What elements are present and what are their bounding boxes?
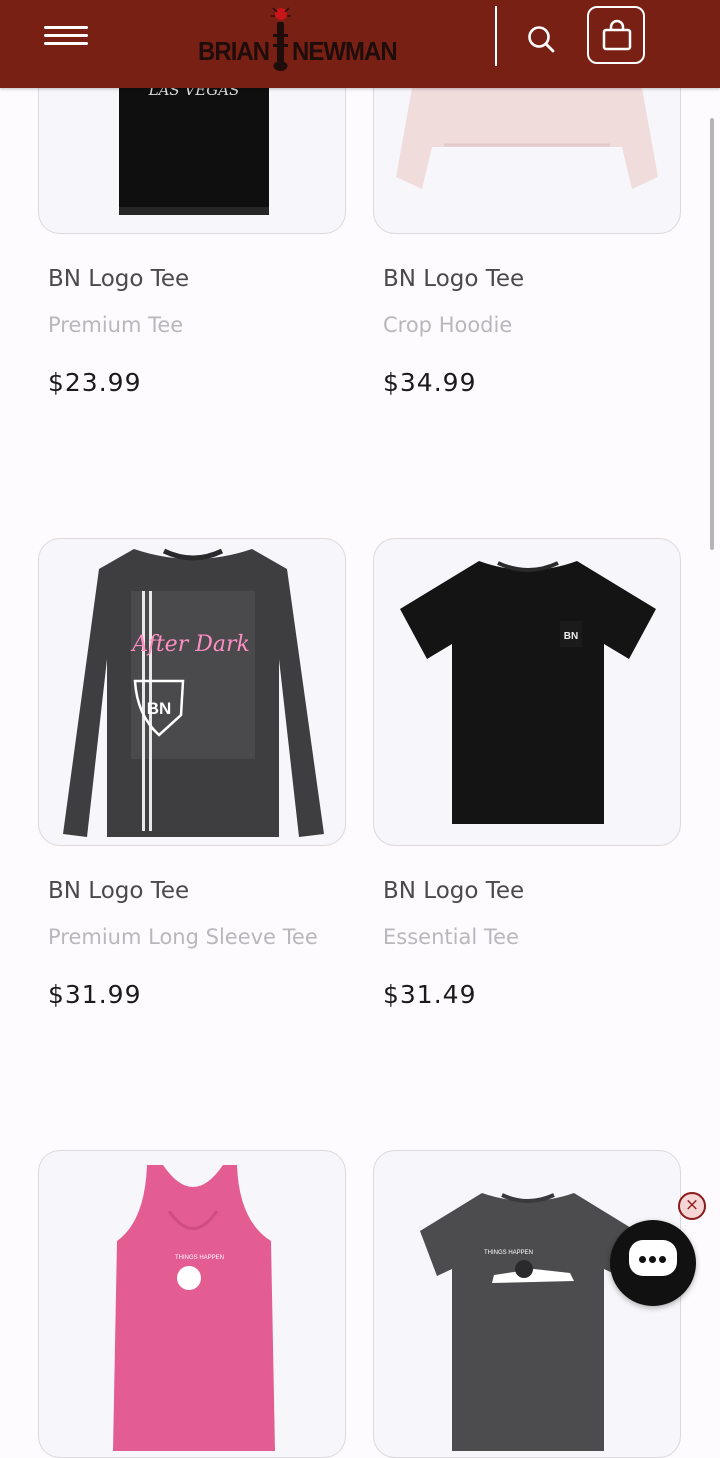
logo-text-left: BRIAN [198, 36, 270, 66]
product-image[interactable]: BN [373, 538, 681, 846]
print-badge: BN [147, 699, 172, 718]
print-text: THINGS HAPPEN [484, 1250, 533, 1256]
product-subtitle: Essential Tee [383, 925, 519, 949]
product-subtitle: Crop Hoodie [383, 313, 513, 337]
print-text: THINGS HAPPEN [175, 1255, 224, 1261]
product-image[interactable]: After Dark BN [38, 538, 346, 846]
cart-button[interactable] [587, 6, 645, 64]
product-price: $23.99 [48, 368, 142, 397]
site-header: BRIAN NEWMAN [0, 0, 720, 88]
brand-logo[interactable]: BRIAN NEWMAN [198, 4, 398, 74]
chat-button[interactable] [610, 1220, 696, 1306]
shopping-bag-icon [602, 19, 632, 51]
hamburger-menu-icon[interactable] [44, 24, 90, 48]
product-price: $31.49 [383, 980, 477, 1009]
chat-bubble-icon [629, 1240, 677, 1276]
product-title[interactable]: BN Logo Tee [383, 266, 524, 292]
product-price: $31.99 [48, 980, 142, 1009]
product-subtitle: Premium Tee [48, 313, 184, 337]
page-scrollbar[interactable] [710, 118, 714, 550]
header-divider [495, 6, 497, 66]
product-title[interactable]: BN Logo Tee [48, 878, 189, 904]
product-title[interactable]: BN Logo Tee [383, 878, 524, 904]
product-subtitle: Premium Long Sleeve Tee [48, 925, 318, 949]
product-title[interactable]: BN Logo Tee [48, 266, 189, 292]
product-image[interactable]: THINGS HAPPEN [38, 1150, 346, 1458]
product-price: $34.99 [383, 368, 477, 397]
print-text: After Dark [130, 632, 250, 657]
product-image[interactable]: THINGS HAPPEN [373, 1150, 681, 1458]
search-icon[interactable] [524, 22, 558, 56]
close-chat-icon[interactable]: × [678, 1192, 706, 1220]
logo-text-right: NEWMAN [292, 36, 398, 66]
print-badge: BN [564, 631, 578, 642]
